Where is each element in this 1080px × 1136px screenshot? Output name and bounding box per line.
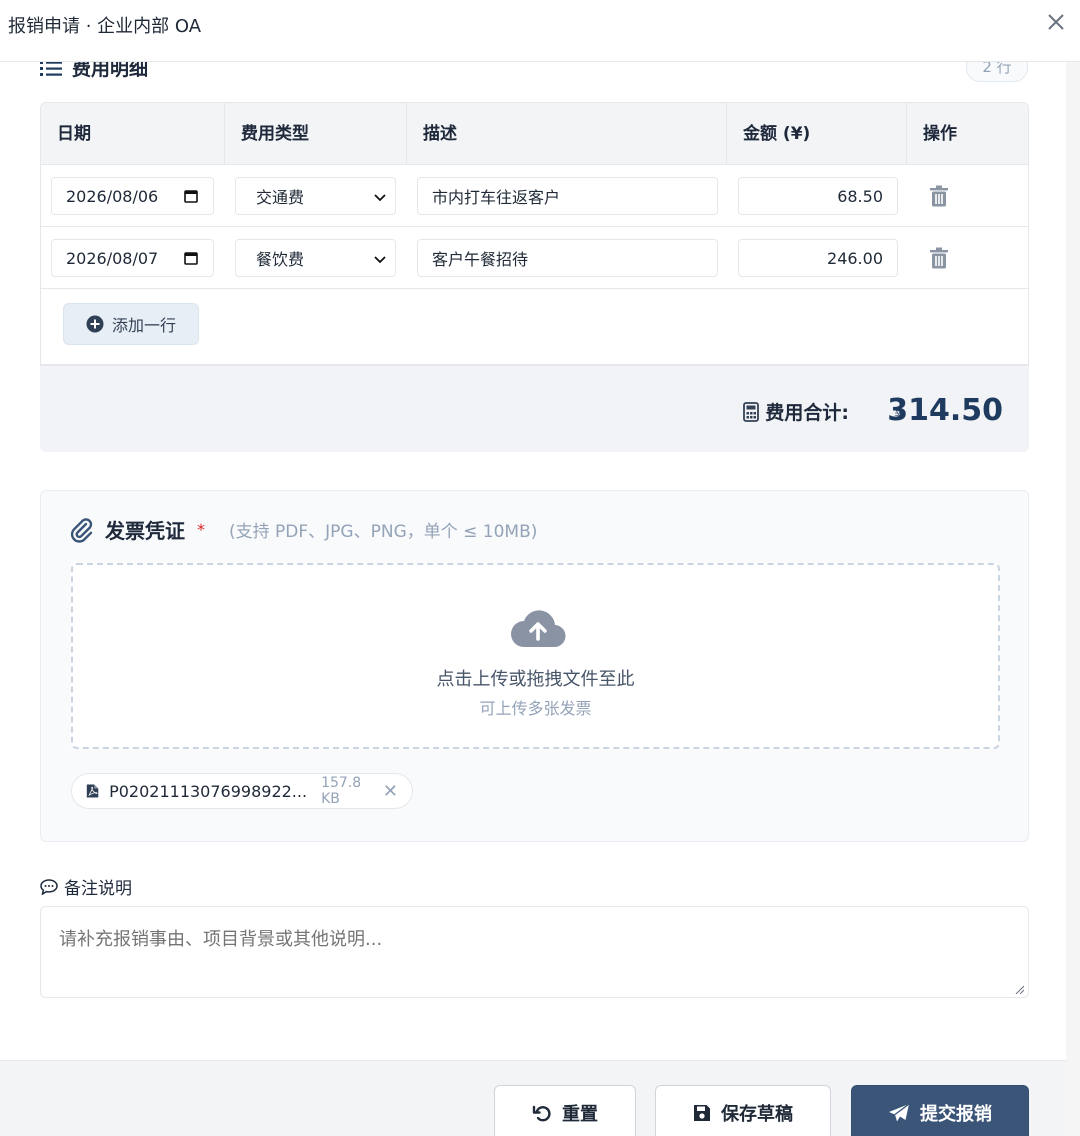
save-icon xyxy=(694,1105,710,1121)
amount-input[interactable]: 246.00 xyxy=(738,239,898,277)
window-titlebar: 报销申请 · 企业内部 OA xyxy=(0,0,1080,62)
file-name: P02021113076998922... xyxy=(109,781,308,801)
add-row-label: 添加一行 xyxy=(111,316,176,335)
undo-icon xyxy=(532,1105,551,1122)
save-draft-button[interactable]: 保存草稿 xyxy=(655,1085,831,1136)
chevron-down-icon xyxy=(374,256,386,264)
amount-input[interactable]: 68.50 xyxy=(738,177,898,215)
row-count-badge: 2 行 xyxy=(966,62,1028,82)
list-icon xyxy=(40,62,62,76)
invoice-title: 发票凭证 xyxy=(105,519,185,543)
add-row-button[interactable]: 添加一行 xyxy=(63,303,199,345)
total-label-group: 费用合计: xyxy=(743,398,849,425)
remark-label: 备注说明 xyxy=(64,879,132,899)
expense-section-header: 费用明细 xyxy=(40,62,148,81)
reset-button[interactable]: 重置 xyxy=(494,1085,636,1136)
date-input[interactable]: 2026/08/06 xyxy=(51,177,214,215)
submit-button[interactable]: 提交报销 xyxy=(851,1085,1029,1136)
description-input[interactable]: 客户午餐招待 xyxy=(417,239,718,277)
scrollbar[interactable] xyxy=(1066,62,1080,1136)
resize-grip-icon[interactable] xyxy=(1014,984,1024,994)
pdf-file-icon xyxy=(86,784,99,798)
calendar-icon[interactable] xyxy=(183,188,199,204)
trash-icon[interactable] xyxy=(929,247,949,269)
file-size: 157.8 KB xyxy=(321,775,362,807)
table-row: 2026/08/06 交通费 市内打车往返客户 68.50 xyxy=(41,165,1028,227)
close-icon[interactable] xyxy=(1044,10,1068,34)
save-draft-label: 保存草稿 xyxy=(721,1104,793,1125)
type-value: 餐饮费 xyxy=(256,250,305,269)
invoice-section: 发票凭证 * (支持 PDF、JPG、PNG，单个 ≤ 10MB) 点击上传或拖… xyxy=(40,490,1029,842)
comment-icon xyxy=(40,878,58,895)
file-dropzone[interactable]: 点击上传或拖拽文件至此 可上传多张发票 xyxy=(71,563,1000,749)
invoice-hint: (支持 PDF、JPG、PNG，单个 ≤ 10MB) xyxy=(229,522,538,542)
uploaded-file-chip: P02021113076998922... 157.8 KB ✕ xyxy=(71,773,413,809)
col-desc-header: 描述 xyxy=(407,103,727,165)
remove-file-icon[interactable]: ✕ xyxy=(383,781,398,802)
send-icon xyxy=(889,1103,910,1122)
required-mark: * xyxy=(197,520,205,539)
date-value: 2026/08/07 xyxy=(66,248,159,268)
col-amount-header: 金额 (¥) xyxy=(727,103,907,165)
dropzone-main-text: 点击上传或拖拽文件至此 xyxy=(436,669,635,690)
col-type-header: 费用类型 xyxy=(225,103,407,165)
table-header: 日期 费用类型 描述 金额 (¥) 操作 xyxy=(41,103,1028,165)
invoice-header: 发票凭证 * (支持 PDF、JPG、PNG，单个 ≤ 10MB) xyxy=(69,515,537,544)
table-row: 2026/08/07 餐饮费 客户午餐招待 246.00 xyxy=(41,227,1028,289)
date-value: 2026/08/06 xyxy=(66,186,159,206)
col-date-header: 日期 xyxy=(41,103,225,165)
reset-label: 重置 xyxy=(562,1104,598,1125)
paperclip-icon xyxy=(70,517,93,543)
submit-label: 提交报销 xyxy=(920,1104,992,1125)
form-footer: 重置 保存草稿 提交报销 xyxy=(0,1060,1066,1136)
remark-textarea[interactable] xyxy=(40,906,1029,998)
remark-label-group: 备注说明 xyxy=(40,874,132,899)
total-value: 314.50 xyxy=(887,393,1003,428)
description-input[interactable]: 市内打车往返客户 xyxy=(417,177,718,215)
calendar-icon[interactable] xyxy=(183,250,199,266)
type-value: 交通费 xyxy=(256,188,305,207)
form-content: 费用明细 2 行 日期 费用类型 描述 金额 (¥) 操作 2026/08/06… xyxy=(0,62,1066,1136)
plus-circle-icon xyxy=(86,315,104,333)
chevron-down-icon xyxy=(374,194,386,202)
dropzone-sub-text: 可上传多张发票 xyxy=(479,699,592,718)
cloud-upload-icon xyxy=(511,610,566,648)
window-title: 报销申请 · 企业内部 OA xyxy=(8,16,202,37)
calculator-icon xyxy=(743,401,760,422)
section-title: 费用明细 xyxy=(72,62,149,80)
total-bar: 费用合计: ¥ 314.50 xyxy=(40,364,1029,452)
date-input[interactable]: 2026/08/07 xyxy=(51,239,214,277)
col-action-header: 操作 xyxy=(923,124,957,144)
total-label: 费用合计: xyxy=(765,402,849,424)
type-select[interactable]: 餐饮费 xyxy=(235,239,396,277)
trash-icon[interactable] xyxy=(929,185,949,207)
type-select[interactable]: 交通费 xyxy=(235,177,396,215)
